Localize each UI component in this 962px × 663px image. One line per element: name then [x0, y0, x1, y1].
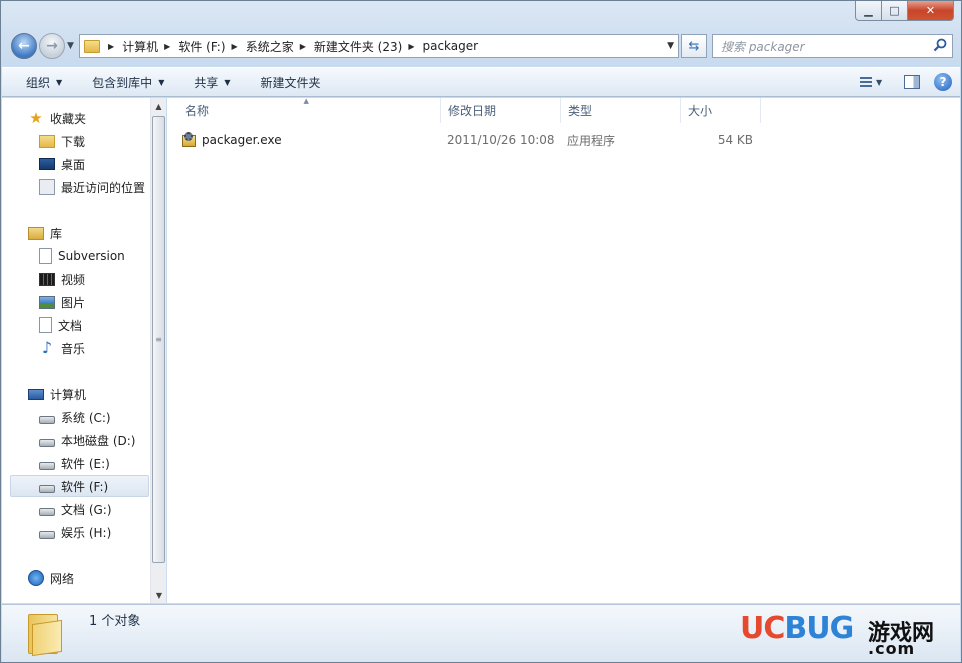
scroll-down-arrow-icon[interactable]: ▼: [151, 587, 167, 603]
computer-icon: [28, 388, 44, 400]
star-icon: ★: [29, 109, 43, 127]
file-size-cell: 54 KB: [717, 133, 753, 147]
executable-icon: [181, 132, 197, 148]
new-folder-button[interactable]: 新建文件夹: [247, 68, 337, 96]
recent-pages-dropdown[interactable]: ▼: [67, 41, 74, 51]
address-bar[interactable]: ▶ 计算机 ▶ 软件 (F:) ▶ 系统之家 ▶ 新建文件夹 (23) ▶ package…: [79, 34, 679, 58]
file-type-cell: 应用程序: [567, 133, 616, 148]
sidebar-item-desktop[interactable]: 桌面: [39, 153, 165, 175]
sidebar-item-drive-c[interactable]: 系统 (C:): [39, 406, 165, 428]
close-button[interactable]: ✕: [908, 1, 954, 21]
sidebar-item-drive-d[interactable]: 本地磁盘 (D:): [39, 429, 165, 451]
scroll-up-arrow-icon[interactable]: ▲: [151, 98, 166, 114]
sidebar-group-libraries[interactable]: 库: [28, 222, 165, 244]
file-row[interactable]: packager.exe 2011/10/26 10:08 应用程序 54 KB: [181, 129, 753, 151]
help-icon[interactable]: ?: [934, 73, 952, 91]
drive-icon: [39, 462, 55, 470]
minimize-button[interactable]: ▁: [855, 1, 882, 21]
sidebar-item-videos[interactable]: 视频: [39, 268, 165, 290]
sidebar-group-network[interactable]: 网络: [28, 567, 165, 589]
drive-icon: [39, 485, 55, 493]
back-button[interactable]: ←: [11, 33, 37, 59]
drive-icon: [39, 531, 55, 539]
column-header-size[interactable]: 大小: [681, 98, 761, 123]
recent-places-icon: [39, 179, 55, 195]
breadcrumb-new-folder-23[interactable]: ▶ 新建文件夹 (23): [300, 38, 403, 55]
folder-icon: [84, 39, 100, 53]
sidebar-item-drive-h[interactable]: 娱乐 (H:): [39, 521, 165, 543]
document-library-icon: [39, 248, 52, 264]
navigation-bar: ← → ▼ ▶ 计算机 ▶ 软件 (F:) ▶ 系统之家 ▶ 新建文件夹 (23) ▶ p…: [9, 31, 953, 63]
desktop-icon: [39, 158, 55, 170]
breadcrumb-xitongzhijia[interactable]: ▶ 系统之家: [232, 38, 294, 55]
scrollbar-thumb[interactable]: ≡: [152, 116, 165, 563]
breadcrumb-computer[interactable]: ▶ 计算机: [108, 38, 158, 55]
change-view-icon[interactable]: ▼: [860, 72, 890, 92]
sidebar-item-drive-g[interactable]: 文档 (G:): [39, 498, 165, 520]
item-count: 1 个对象: [89, 614, 141, 629]
downloads-folder-icon: [39, 134, 55, 148]
file-list-pane: ▲ 名称 修改日期 类型 大小 packager.exe 2011/10/26 …: [167, 97, 960, 603]
sidebar-item-subversion[interactable]: Subversion: [39, 245, 165, 267]
video-icon: [39, 272, 55, 286]
file-name-cell[interactable]: packager.exe: [181, 132, 447, 148]
sidebar-item-drive-e[interactable]: 软件 (E:): [39, 452, 165, 474]
column-header-date-modified[interactable]: 修改日期: [441, 98, 561, 123]
explorer-window: ▁ □ ✕ ← → ▼ ▶ 计算机 ▶ 软件 (F:) ▶ 系统之家 ▶ 新建文件夹 (…: [0, 0, 962, 663]
sidebar-item-pictures[interactable]: 图片: [39, 291, 165, 313]
system-drive-icon: [39, 416, 55, 424]
pictures-icon: [39, 295, 55, 309]
search-placeholder: 搜索 packager: [721, 39, 805, 54]
maximize-button[interactable]: □: [882, 1, 908, 21]
breadcrumb-drive-f[interactable]: ▶ 软件 (F:): [164, 38, 225, 55]
sidebar-group-favorites[interactable]: ★ 收藏夹: [28, 107, 165, 129]
ucbug-watermark-logo: UCBUG 游戏网 .com: [740, 611, 935, 658]
refresh-button[interactable]: ⇆: [681, 34, 707, 58]
share-menu[interactable]: 共享 ▼: [180, 68, 246, 96]
sidebar-group-computer[interactable]: 计算机: [28, 383, 165, 405]
sort-ascending-icon: ▲: [303, 97, 309, 105]
sidebar-item-drive-f[interactable]: 软件 (F:): [10, 475, 149, 497]
details-pane: 1 个对象 UCBUG 游戏网 .com: [2, 604, 960, 662]
column-headers: ▲ 名称 修改日期 类型 大小: [167, 97, 761, 123]
preview-pane-icon[interactable]: [904, 75, 920, 89]
network-icon: [28, 570, 44, 586]
breadcrumb-packager[interactable]: ▶ packager: [408, 39, 478, 53]
include-in-library-menu[interactable]: 包含到库中 ▼: [78, 68, 180, 96]
folder-icon: [28, 610, 62, 657]
address-dropdown-icon[interactable]: ▼: [667, 41, 674, 51]
sidebar-item-recent-places[interactable]: 最近访问的位置: [39, 176, 165, 198]
command-bar: 组织 ▼ 包含到库中 ▼ 共享 ▼ 新建文件夹 ▼ ?: [2, 67, 960, 97]
column-header-type[interactable]: 类型: [561, 98, 681, 123]
column-header-name[interactable]: ▲ 名称: [167, 97, 441, 123]
music-icon: ♪: [41, 338, 53, 357]
search-input[interactable]: 搜索 packager: [712, 34, 953, 58]
sidebar-item-documents[interactable]: 文档: [39, 314, 165, 336]
caption-buttons: ▁ □ ✕: [855, 1, 954, 21]
navigation-pane: ★ 收藏夹 下载 桌面 最近访问的位置 库 Subversion 视频 图片 文档…: [2, 98, 166, 603]
navigation-scrollbar[interactable]: ▲ ≡ ▼: [150, 98, 166, 603]
forward-button[interactable]: →: [39, 33, 65, 59]
sidebar-item-downloads[interactable]: 下载: [39, 130, 165, 152]
search-icon[interactable]: [933, 38, 947, 52]
documents-icon: [39, 317, 52, 333]
sidebar-item-music[interactable]: ♪ 音乐: [39, 337, 165, 359]
file-date-cell: 2011/10/26 10:08: [447, 133, 555, 147]
organize-menu[interactable]: 组织 ▼: [2, 68, 78, 96]
drive-icon: [39, 439, 55, 447]
drive-icon: [39, 508, 55, 516]
library-icon: [28, 226, 44, 240]
